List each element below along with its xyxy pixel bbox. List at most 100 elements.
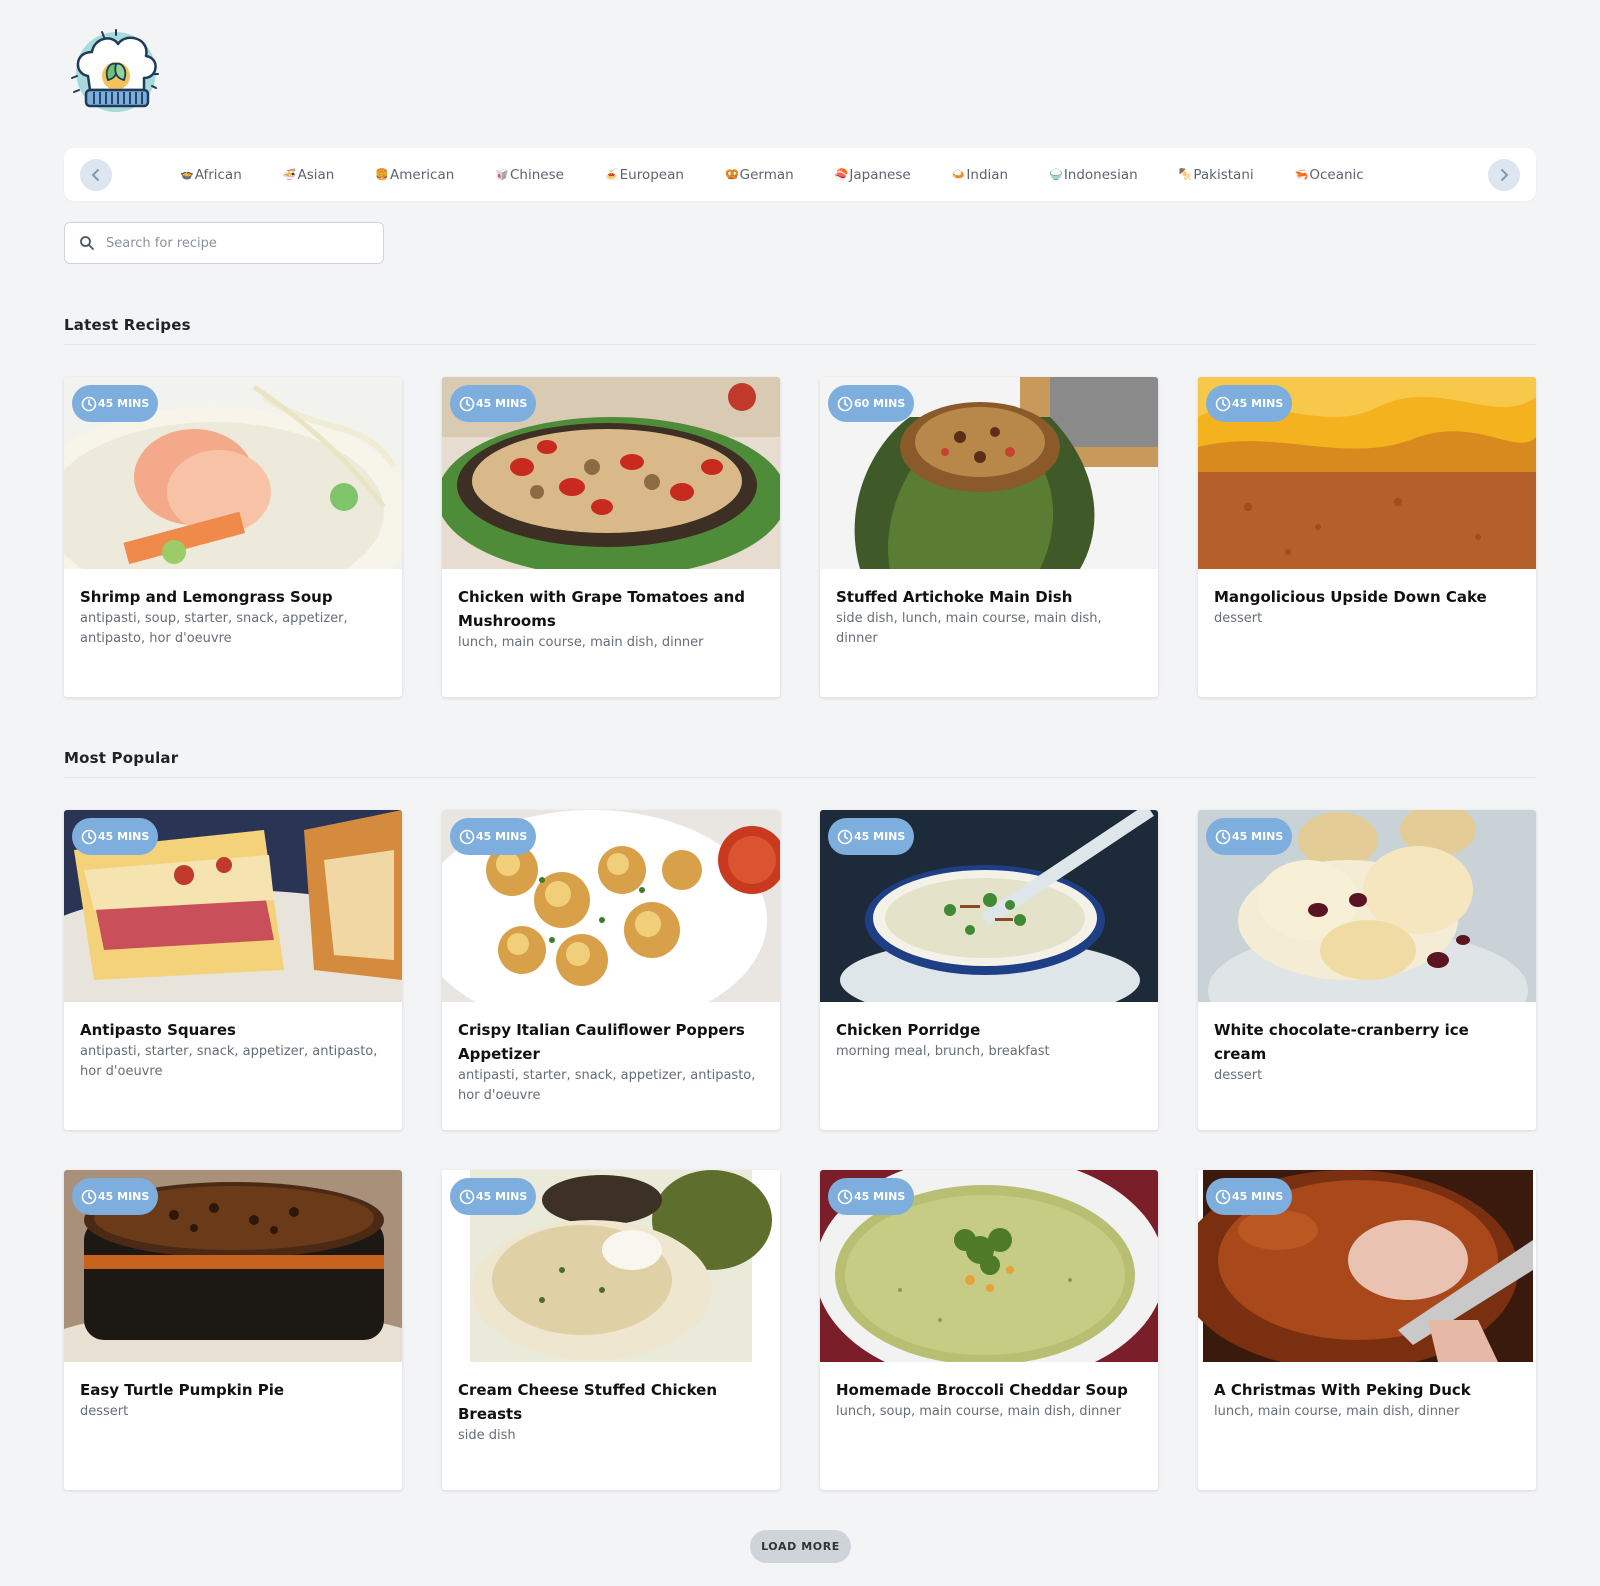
cook-time-label: 45 MINS	[476, 830, 528, 843]
clock-icon	[1215, 1189, 1231, 1204]
clock-icon	[459, 829, 475, 844]
cook-time-badge: 45 MINS	[450, 385, 537, 422]
recipe-image: 45 MINS	[820, 810, 1158, 1002]
cook-time-label: 45 MINS	[854, 1190, 906, 1203]
clock-icon	[81, 1189, 97, 1204]
cuisine-tab-indian[interactable]: 🍛 Indian	[952, 167, 1008, 183]
cuisine-nav-bar: 🍲 African 🍜 Asian 🍔 American 🥡 Chinese 🍝 Euro…	[64, 148, 1536, 201]
recipe-card[interactable]: 45 MINS Chicken with Grape Tomatoes and …	[442, 377, 780, 697]
recipe-title: Easy Turtle Pumpkin Pie	[80, 1381, 285, 1399]
cook-time-label: 45 MINS	[854, 830, 906, 843]
cuisine-tab-asian[interactable]: 🍜 Asian	[283, 167, 335, 183]
cuisine-label: American	[390, 166, 455, 183]
recipe-title: A Christmas With Peking Duck	[1214, 1381, 1471, 1399]
recipe-tags: lunch, main course, main dish, dinner	[1214, 1404, 1460, 1419]
most-popular-heading: Most Popular	[64, 749, 179, 767]
cuisine-tab-european[interactable]: 🍝 European	[605, 167, 684, 183]
cook-time-badge: 45 MINS	[828, 818, 915, 855]
recipe-image: 45 MINS	[1198, 1170, 1536, 1362]
cuisine-label: German	[739, 166, 794, 183]
clock-icon	[1215, 829, 1231, 844]
recipe-card[interactable]: 45 MINS A Christmas With Peking Duck lun…	[1198, 1170, 1536, 1490]
recipe-card[interactable]: 45 MINS Homemade Broccoli Cheddar Soup l…	[820, 1170, 1158, 1490]
recipe-tags: morning meal, brunch, breakfast	[836, 1044, 1050, 1059]
cuisine-tab-oceanic[interactable]: 🦐 Oceanic	[1295, 167, 1364, 183]
recipe-image: 45 MINS	[64, 1170, 402, 1362]
cook-time-badge: 45 MINS	[450, 818, 537, 855]
search-input[interactable]	[106, 235, 366, 251]
cuisine-label: Indian	[966, 166, 1009, 183]
cook-time-badge: 60 MINS	[828, 385, 915, 422]
chef-hat-logo-icon[interactable]	[66, 28, 164, 120]
cuisine-tab-chinese[interactable]: 🥡 Chinese	[495, 167, 564, 183]
cuisine-label: Japanese	[849, 166, 911, 183]
recipe-tags: antipasti, starter, snack, appetizer, an…	[80, 1044, 378, 1079]
section-divider	[64, 777, 1536, 778]
scroll-left-button[interactable]	[80, 159, 112, 191]
dish-icon: 🍲	[180, 168, 194, 181]
recipe-title: Crispy Italian Cauliflower Poppers Appet…	[458, 1021, 745, 1063]
dish-icon: 🍛	[951, 168, 966, 181]
recipe-card[interactable]: 60 MINS Stuffed Artichoke Main Dish side…	[820, 377, 1158, 697]
recipe-image: 45 MINS	[442, 810, 780, 1002]
recipe-card[interactable]: 45 MINS Shrimp and Lemongrass Soup antip…	[64, 377, 402, 697]
cuisine-tab-pakistani[interactable]: 🍢 Pakistani	[1179, 167, 1254, 183]
chevron-left-icon	[92, 169, 99, 181]
search-icon	[80, 236, 94, 250]
recipe-image: 45 MINS	[820, 1170, 1158, 1362]
dish-icon: 🥨	[724, 168, 739, 181]
recipe-card[interactable]: 45 MINS White chocolate-cranberry ice cr…	[1198, 810, 1536, 1130]
recipe-image: 60 MINS	[820, 377, 1158, 569]
cuisine-label: Chinese	[509, 166, 564, 183]
recipe-title: Mangolicious Upside Down Cake	[1214, 588, 1487, 606]
cuisine-tab-japanese[interactable]: 🍣 Japanese	[835, 167, 911, 183]
cook-time-label: 45 MINS	[98, 1190, 150, 1203]
chevron-right-icon	[1501, 169, 1508, 181]
recipe-tags: dessert	[80, 1404, 129, 1419]
recipe-image: 45 MINS	[1198, 377, 1536, 569]
cook-time-label: 45 MINS	[98, 830, 150, 843]
clock-icon	[81, 396, 97, 411]
recipe-card[interactable]: 45 MINS Cream Cheese Stuffed Chicken Bre…	[442, 1170, 780, 1490]
recipe-title: Chicken with Grape Tomatoes and Mushroom…	[458, 588, 746, 630]
scroll-right-button[interactable]	[1488, 159, 1520, 191]
recipe-tags: antipasti, starter, snack, appetizer, an…	[458, 1068, 756, 1103]
recipe-card[interactable]: 45 MINS Crispy Italian Cauliflower Poppe…	[442, 810, 780, 1130]
cook-time-label: 45 MINS	[476, 397, 528, 410]
latest-recipes-heading: Latest Recipes	[64, 316, 191, 334]
clock-icon	[81, 829, 97, 844]
load-more-button[interactable]: LOAD MORE	[750, 1530, 851, 1563]
cuisine-tab-german[interactable]: 🥨 German	[725, 167, 794, 183]
dish-icon: 🍣	[834, 168, 849, 181]
cuisine-tab-indonesian[interactable]: 🍚 Indonesian	[1049, 167, 1138, 183]
cook-time-label: 45 MINS	[98, 397, 150, 410]
recipe-card[interactable]: 45 MINS Antipasto Squares antipasti, sta…	[64, 810, 402, 1130]
recipe-tags: dessert	[1214, 1068, 1263, 1083]
recipe-card[interactable]: 45 MINS Mangolicious Upside Down Cake de…	[1198, 377, 1536, 697]
cook-time-badge: 45 MINS	[72, 385, 159, 422]
dish-icon: 🍝	[604, 168, 619, 181]
section-divider	[64, 344, 1536, 345]
cook-time-badge: 45 MINS	[72, 1178, 159, 1215]
recipe-card[interactable]: 45 MINS Chicken Porridge morning meal, b…	[820, 810, 1158, 1130]
recipe-image: 45 MINS	[1198, 810, 1536, 1002]
recipe-title: Cream Cheese Stuffed Chicken Breasts	[458, 1381, 717, 1423]
recipe-card[interactable]: 45 MINS Easy Turtle Pumpkin Pie dessert	[64, 1170, 402, 1490]
cook-time-label: 45 MINS	[1232, 1190, 1284, 1203]
cuisine-tab-american[interactable]: 🍔 American	[375, 167, 454, 183]
cuisine-label: Pakistani	[1193, 166, 1254, 183]
recipe-tags: lunch, main course, main dish, dinner	[458, 635, 704, 650]
cuisine-list: 🍲 African 🍜 Asian 🍔 American 🥡 Chinese 🍝 Euro…	[180, 148, 1405, 201]
recipe-tags: lunch, soup, main course, main dish, din…	[836, 1404, 1121, 1419]
recipe-image: 45 MINS	[442, 377, 780, 569]
cuisine-label: European	[619, 166, 684, 183]
recipe-tags: dessert	[1214, 611, 1263, 626]
recipe-title: Stuffed Artichoke Main Dish	[836, 588, 1073, 606]
clock-icon	[837, 829, 853, 844]
cuisine-tab-african[interactable]: 🍲 African	[180, 167, 242, 183]
cuisine-label: Asian	[297, 166, 335, 183]
clock-icon	[837, 396, 853, 411]
recipe-title: Chicken Porridge	[836, 1021, 981, 1039]
cook-time-label: 45 MINS	[1232, 830, 1284, 843]
cook-time-badge: 45 MINS	[72, 818, 159, 855]
